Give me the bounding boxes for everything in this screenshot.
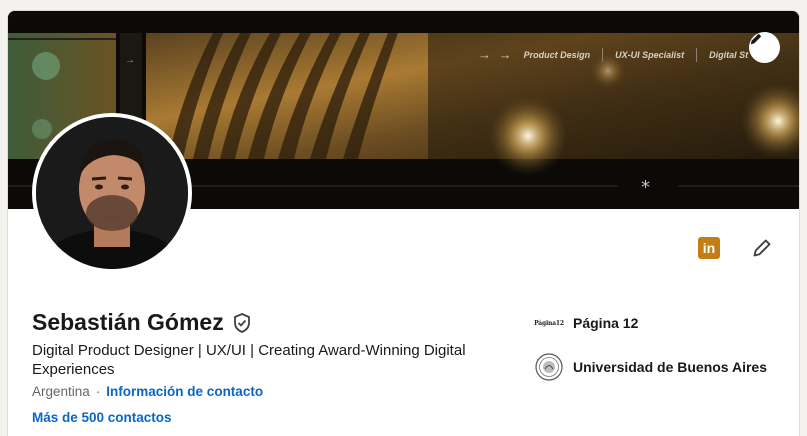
experience-name: Universidad de Buenos Aires <box>573 359 767 375</box>
banner-divider <box>696 47 698 62</box>
pencil-icon <box>750 33 762 45</box>
experience-name: Página 12 <box>573 315 639 331</box>
linkedin-icon[interactable]: in <box>698 237 720 259</box>
separator-dot: · <box>95 384 101 399</box>
uba-logo <box>535 353 563 381</box>
experience-list: Página12 Página 12 Universidad de Buenos… <box>534 309 767 397</box>
location-row: Argentina · Información de contacto <box>32 384 263 399</box>
banner-nav: → → Product Design UX-UI Specialist Digi… <box>478 47 748 62</box>
pagina12-logo: Página12 <box>534 309 564 337</box>
edit-profile-button[interactable] <box>750 236 774 260</box>
name-row: Sebastián Gómez <box>32 309 252 336</box>
experience-item[interactable]: Universidad de Buenos Aires <box>535 353 767 381</box>
connections-link[interactable]: Más de 500 contactos <box>32 410 172 425</box>
svg-text:→: → <box>125 55 135 66</box>
uba-seal-icon <box>535 353 563 381</box>
banner-divider <box>602 47 604 62</box>
banner-nav-item: Product Design <box>523 49 591 60</box>
banner-nav-item: Digital St <box>709 49 749 60</box>
profile-photo <box>36 117 188 269</box>
svg-text:*: * <box>641 177 650 198</box>
profile-actions: in <box>698 236 774 260</box>
location-text: Argentina <box>32 384 90 399</box>
banner-arrows: → → <box>478 47 514 62</box>
contact-info-link[interactable]: Información de contacto <box>106 384 263 399</box>
pagina12-logo-text: Página12 <box>534 319 564 327</box>
profile-card: → * → → Product Design UX-UI Specialist … <box>7 10 800 436</box>
experience-item[interactable]: Página12 Página 12 <box>534 309 767 337</box>
pencil-icon <box>753 239 771 257</box>
profile-headline: Digital Product Designer | UX/UI | Creat… <box>32 342 466 378</box>
edit-banner-button[interactable] <box>749 32 780 63</box>
profile-name: Sebastián Gómez <box>32 309 224 335</box>
banner-nav-item: UX-UI Specialist <box>615 49 685 60</box>
avatar[interactable] <box>32 113 192 273</box>
shield-check-icon[interactable] <box>232 312 252 334</box>
